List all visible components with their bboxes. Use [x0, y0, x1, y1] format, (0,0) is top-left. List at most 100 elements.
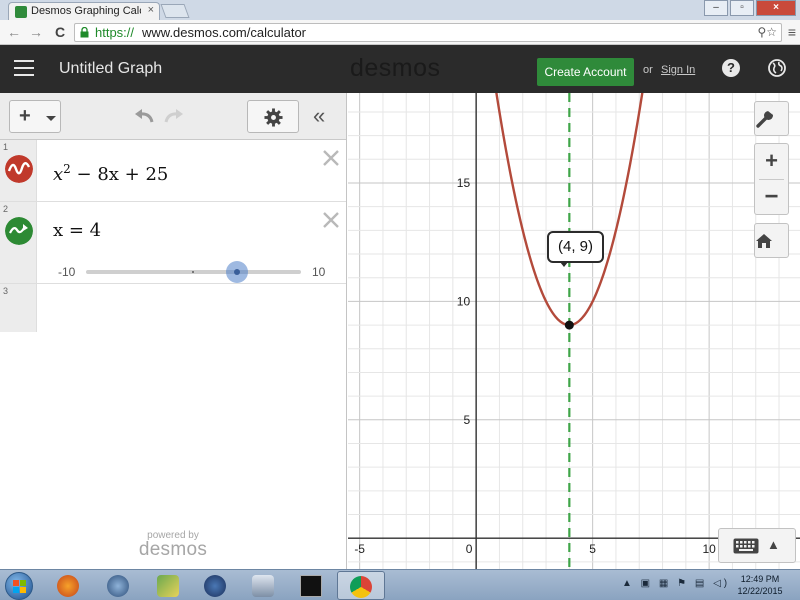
add-item-button[interactable]: +: [9, 100, 61, 133]
wrench-icon: [756, 111, 773, 128]
feather-app-icon: [204, 575, 226, 597]
desmos-logo: desmos: [350, 54, 441, 82]
chrome-icon: [350, 576, 372, 598]
expression-row-1[interactable]: 1 x2 − 8x + 25: [0, 140, 346, 202]
expression-row-3[interactable]: 3: [0, 284, 346, 332]
plus-icon: +: [19, 105, 31, 127]
undo-icon[interactable]: [132, 107, 156, 125]
browser-titlebar: Desmos Graphing Calculat × – ▫ ×: [0, 0, 800, 20]
expression-tab: 1: [0, 140, 37, 201]
create-account-button[interactable]: Create Account: [537, 58, 634, 86]
back-arrow-icon[interactable]: ←: [6, 24, 22, 40]
expression-latex[interactable]: x = 4: [53, 220, 101, 241]
url-host: www.desmos.com/calculator: [142, 25, 306, 40]
keyboard-icon: [733, 538, 759, 554]
thunderbird-icon: [107, 575, 129, 597]
url-scheme: https://: [95, 25, 135, 40]
x-tick-label: 0: [466, 542, 473, 556]
settings-button[interactable]: [247, 100, 299, 133]
tools-app-icon: [252, 575, 274, 597]
redo-icon[interactable]: [162, 107, 186, 125]
taskbar-app-4[interactable]: [192, 571, 240, 600]
expression-toolbar: + «: [0, 93, 346, 140]
expression-rest: − 8x + 25: [70, 164, 169, 185]
window-controls: – ▫ ×: [704, 0, 796, 18]
y-tick-label: 5: [463, 413, 470, 427]
taskbar-cmd[interactable]: [288, 571, 336, 600]
x-tick-label: 5: [589, 542, 596, 556]
slider-play-toggle-icon[interactable]: [5, 217, 33, 245]
intersection-point: [564, 320, 574, 330]
expression-number: 1: [3, 142, 9, 152]
x-tick-label: 10: [702, 542, 716, 556]
help-icon[interactable]: ?: [722, 59, 740, 77]
point-coordinate-label[interactable]: (4, 9): [547, 231, 604, 267]
reload-icon[interactable]: C: [52, 24, 68, 40]
powered-by-logo: desmos: [138, 539, 208, 560]
expression-row-2[interactable]: 2 x = 4 -10 10: [0, 202, 346, 284]
taskbar-app-3[interactable]: [145, 571, 193, 600]
address-bar[interactable]: https:// www.desmos.com/calculator ⚲☆: [74, 23, 782, 42]
command-prompt-icon: [300, 575, 322, 597]
zoom-bookmark-icons[interactable]: ⚲☆: [757, 24, 777, 41]
delete-expression-icon[interactable]: [321, 210, 341, 230]
close-window-button[interactable]: ×: [756, 0, 796, 16]
y-tick-label: 15: [457, 176, 471, 190]
delete-expression-icon[interactable]: [321, 148, 341, 168]
browser-tab[interactable]: Desmos Graphing Calculat ×: [8, 2, 160, 20]
clock-time: 12:49 PM: [740, 574, 780, 584]
expression-latex[interactable]: x2 − 8x + 25: [53, 162, 168, 185]
windows-taskbar: ▲ ▣ ▦ ⚑ ▤ ◁) 12:49 PM 12/22/2015: [0, 569, 800, 600]
desmos-favicon-icon: [15, 6, 27, 18]
desmos-header: Untitled Graph desmos Create Account or …: [0, 45, 800, 93]
hamburger-menu-icon[interactable]: [14, 60, 34, 76]
graph-paper[interactable]: -5 0 5 10 5 10 15 (4, 9) + − ▲: [348, 93, 800, 569]
default-viewport-button[interactable]: [754, 223, 789, 258]
browser-toolbar: ← → C https:// www.desmos.com/calculator…: [0, 20, 800, 45]
expression-tab: 2: [0, 202, 37, 283]
taskbar-chrome[interactable]: [337, 571, 385, 600]
tab-title: Desmos Graphing Calculat: [31, 5, 141, 17]
forward-arrow-icon[interactable]: →: [28, 24, 44, 40]
start-button[interactable]: [5, 572, 33, 600]
system-tray-icons[interactable]: ▲ ▣ ▦ ⚑ ▤ ◁): [622, 578, 730, 589]
x-tick-label: -5: [354, 542, 365, 556]
zoom-in-button[interactable]: +: [755, 148, 788, 174]
slider-min[interactable]: -10: [58, 265, 75, 279]
taskbar-firefox[interactable]: [45, 571, 93, 600]
maximize-button[interactable]: ▫: [730, 0, 754, 16]
taskbar-clock[interactable]: 12:49 PM 12/22/2015: [735, 573, 785, 597]
zoom-out-button[interactable]: −: [755, 184, 788, 210]
powered-by-desmos: powered by desmos: [133, 530, 213, 561]
exponent: 2: [63, 162, 71, 176]
graph-canvas[interactable]: -5 0 5 10 5 10 15: [348, 93, 800, 569]
taskbar-thunderbird[interactable]: [95, 571, 143, 600]
cubes-app-icon: [157, 575, 179, 597]
y-tick-label: 10: [457, 294, 471, 308]
gear-icon: [264, 108, 283, 127]
zoom-divider: [759, 179, 784, 180]
browser-menu-icon[interactable]: ≡: [788, 24, 796, 40]
minimize-button[interactable]: –: [704, 0, 728, 16]
taskbar-app-5[interactable]: [240, 571, 288, 600]
new-tab-button[interactable]: [160, 4, 190, 18]
home-icon: [756, 234, 772, 248]
clock-date: 12/22/2015: [737, 586, 783, 596]
graph-settings-button[interactable]: [754, 101, 789, 136]
slider-zero-mark: [192, 271, 194, 273]
tab-close-icon[interactable]: ×: [148, 4, 154, 16]
sign-in-link[interactable]: Sign In: [661, 64, 695, 76]
graph-color-toggle-icon[interactable]: [5, 155, 33, 183]
expression-number: 3: [3, 286, 9, 296]
or-text: or: [643, 64, 653, 76]
keyboard-toggle-button[interactable]: ▲: [718, 528, 796, 563]
chevron-up-icon: ▲: [767, 537, 780, 552]
slider-handle[interactable]: [225, 261, 248, 283]
firefox-icon: [57, 575, 79, 597]
expression-number: 2: [3, 204, 9, 214]
graph-title[interactable]: Untitled Graph: [59, 60, 162, 78]
expression-tab: 3: [0, 284, 37, 332]
slider-max[interactable]: 10: [312, 265, 325, 279]
globe-icon[interactable]: [768, 59, 786, 77]
collapse-panel-icon[interactable]: «: [313, 103, 325, 129]
